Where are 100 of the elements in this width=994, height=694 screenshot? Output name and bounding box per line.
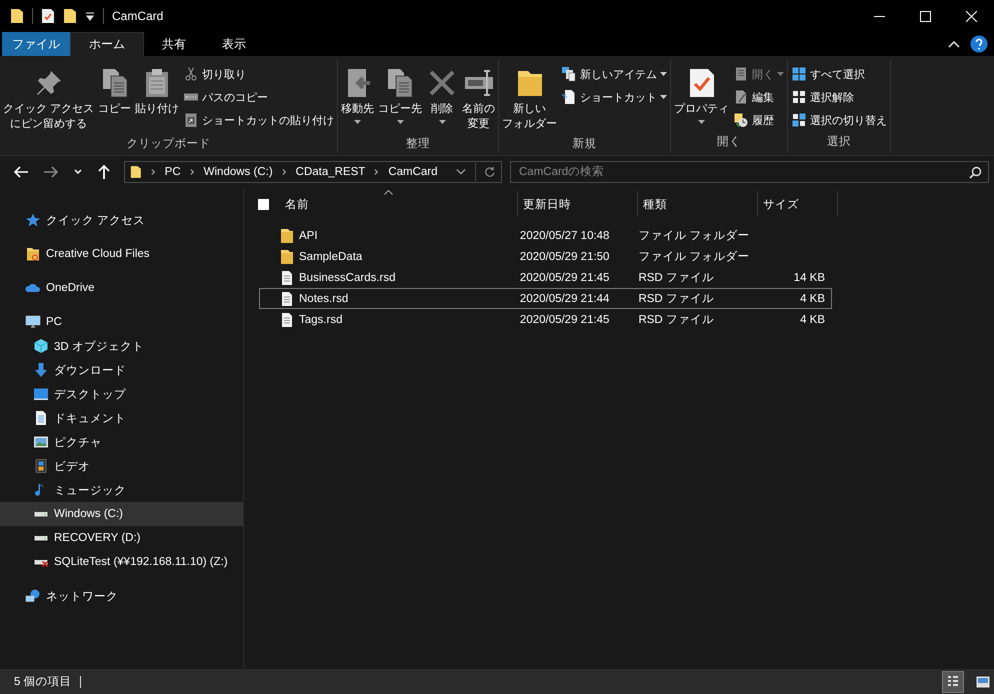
column-header[interactable]: 更新日時 (518, 191, 638, 217)
film-icon (33, 458, 49, 474)
ribbon-button[interactable]: ショートカットの貼り付け (181, 109, 336, 131)
breadcrumb[interactable]: Windows (C:) (204, 166, 273, 178)
ribbon-button[interactable]: 貼り付け (133, 63, 182, 121)
grid-icon (791, 112, 808, 128)
sidebar-item[interactable]: Windows (C:) (0, 502, 243, 526)
file-icon (280, 270, 294, 286)
folder-icon[interactable] (10, 8, 24, 24)
ribbon-button[interactable]: 新しい フォルダー (500, 63, 560, 136)
shortcut-icon (561, 89, 578, 105)
ribbon-button[interactable]: 切り取り (181, 63, 336, 85)
help-icon[interactable] (970, 35, 988, 53)
folder-icon (130, 164, 142, 180)
ribbon-button[interactable]: コピー先 (376, 63, 424, 128)
breadcrumb[interactable]: CamCard (388, 166, 438, 178)
star-icon (25, 212, 41, 228)
file-row[interactable]: API 2020/05/27 10:48 ファイル フォルダー (259, 225, 832, 246)
file-icon (280, 312, 294, 328)
sidebar-item[interactable]: RECOVERY (D:) (0, 526, 243, 550)
ribbon-button[interactable]: クイック アクセス にピン留めする (1, 63, 96, 136)
dropdown-icon[interactable] (85, 11, 95, 21)
chevron-right-icon (374, 168, 380, 176)
ribbon-button[interactable]: 選択解除 (789, 86, 890, 108)
sidebar-item[interactable]: ビデオ (0, 454, 243, 478)
ribbon-tab[interactable]: 共有 (144, 32, 204, 56)
ribbon-button[interactable]: 編集 (731, 86, 786, 108)
column-header[interactable]: サイズ (758, 191, 838, 217)
size-cell: 14 KB (794, 272, 825, 284)
address-bar[interactable]: PC Windows (C:) CData_REST CamCard (124, 161, 502, 183)
refresh-icon[interactable] (484, 165, 496, 179)
ribbon-button[interactable]: 移動先 (339, 63, 376, 128)
search-icon[interactable] (969, 166, 982, 179)
sidebar-item[interactable]: ミュージック (0, 478, 243, 502)
network-drive-icon (33, 558, 49, 566)
ribbon-button[interactable]: パスのコピー (181, 86, 336, 108)
caret-icon (660, 72, 668, 76)
ribbon-tab[interactable]: ホーム (70, 32, 144, 56)
grid-icon (791, 89, 808, 105)
ribbon-button[interactable]: コピー (96, 63, 134, 121)
file-row[interactable]: Notes.rsd 2020/05/29 21:44 RSD ファイル 4 KB (259, 288, 832, 309)
file-menu-tab[interactable]: ファイル (2, 32, 70, 56)
size-cell: 4 KB (800, 292, 825, 304)
forward-icon[interactable] (43, 164, 59, 180)
group-label: 整理 (405, 136, 432, 152)
sidebar-item[interactable]: OneDrive (0, 276, 243, 300)
ribbon-button[interactable]: 名前の 変更 (460, 63, 498, 136)
search-field[interactable]: CamCardの検索 (510, 161, 989, 183)
history-icon (733, 112, 750, 128)
file-row[interactable]: Tags.rsd 2020/05/29 21:45 RSD ファイル 4 KB (259, 309, 832, 330)
file-name: SampleData (299, 250, 362, 262)
sidebar-item[interactable]: Creative Cloud Files (0, 242, 243, 266)
collapse-icon[interactable] (948, 40, 960, 48)
date-cell: 2020/05/29 21:50 (520, 250, 610, 262)
back-icon[interactable] (13, 164, 29, 180)
file-name: BusinessCards.rsd (299, 272, 396, 284)
sidebar-item[interactable]: デスクトップ (0, 382, 243, 406)
sidebar-item[interactable]: ドキュメント (0, 406, 243, 430)
ribbon-button[interactable]: 削除 (424, 63, 460, 128)
folder-icon (280, 228, 294, 244)
folder-icon[interactable] (63, 8, 77, 24)
file-row[interactable]: SampleData 2020/05/29 21:50 ファイル フォルダー (259, 246, 832, 267)
column-header[interactable]: 名前 (280, 191, 518, 217)
up-icon[interactable] (97, 164, 111, 180)
ribbon-button[interactable]: すべて選択 (789, 63, 890, 85)
sidebar-item[interactable]: 3D オブジェクト (0, 334, 243, 358)
ribbon-button[interactable]: ショートカット (559, 86, 670, 108)
maximize-icon (920, 10, 930, 22)
desktop-icon (33, 386, 49, 402)
ribbon-button[interactable]: 選択の切り替え (789, 109, 890, 131)
ribbon-button[interactable]: 新しいアイテム (559, 63, 670, 85)
close-icon (966, 10, 976, 22)
sidebar-item[interactable]: ピクチャ (0, 430, 243, 454)
drive-icon (33, 510, 49, 518)
type-cell-text: RSD ファイル (638, 313, 714, 327)
sidebar-item[interactable]: ダウンロード (0, 358, 243, 382)
date-cell: 2020/05/29 21:45 (520, 314, 610, 326)
caret-icon (396, 120, 404, 124)
sidebar-item[interactable]: PC (0, 310, 243, 334)
ribbon-button[interactable]: プロパティ (672, 63, 732, 128)
sidebar-item[interactable]: クイック アクセス (0, 208, 243, 232)
ribbon-tab[interactable]: 表示 (204, 32, 264, 56)
checkbox[interactable] (258, 198, 269, 210)
document-icon (33, 410, 49, 426)
column-header[interactable]: 種類 (638, 191, 758, 217)
sidebar-item[interactable]: SQLiteTest (¥¥192.168.11.10) (Z:) (0, 550, 243, 574)
folder-icon (280, 248, 294, 264)
sidebar-item[interactable]: ネットワーク (0, 584, 243, 608)
properties-icon[interactable] (41, 8, 55, 24)
file-row[interactable]: BusinessCards.rsd 2020/05/29 21:45 RSD ファイル 14 KB (259, 267, 832, 288)
date-cell: 2020/05/27 10:48 (520, 230, 610, 242)
type-cell-text: ファイル フォルダー (638, 250, 750, 264)
ribbon-button[interactable]: 履歴 (731, 109, 786, 131)
details-view-button[interactable] (942, 670, 964, 692)
file-name: Tags.rsd (299, 314, 342, 326)
breadcrumb[interactable]: PC (164, 166, 181, 178)
caret-icon (698, 120, 706, 124)
breadcrumb[interactable]: CData_REST (296, 166, 366, 178)
chevron-down-icon[interactable] (456, 168, 466, 176)
caret-icon (354, 120, 362, 124)
